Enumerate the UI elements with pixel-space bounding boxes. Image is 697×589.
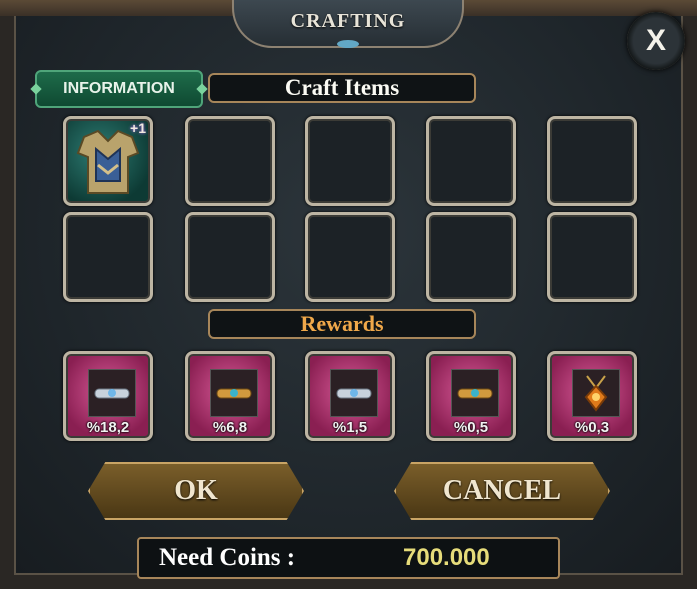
- item-frame: [88, 369, 136, 417]
- reward-item-1[interactable]: %18,2: [63, 351, 153, 441]
- craft-slot-5[interactable]: [547, 116, 637, 206]
- craft-slot-4[interactable]: [426, 116, 516, 206]
- ok-button[interactable]: OK: [88, 462, 304, 520]
- window-title: CRAFTING: [290, 10, 406, 32]
- close-button[interactable]: X: [627, 12, 685, 70]
- gold-bracelet-icon: [457, 388, 493, 399]
- cancel-button[interactable]: CANCEL: [394, 462, 610, 520]
- need-coins-box: Need Coins : 700.000: [137, 537, 560, 579]
- item-frame: [572, 369, 620, 417]
- title-ornament: [337, 40, 359, 48]
- upgrade-badge: +1: [130, 120, 146, 136]
- need-coins-label: Need Coins :: [159, 544, 296, 571]
- reward-item-3[interactable]: %1,5: [305, 351, 395, 441]
- reward-chance: %1,5: [332, 419, 368, 436]
- reward-chance: %0,3: [574, 419, 610, 436]
- craft-slot-6[interactable]: [63, 212, 153, 302]
- reward-item-5[interactable]: %0,3: [547, 351, 637, 441]
- craft-slot-8[interactable]: [305, 212, 395, 302]
- craft-slot-10[interactable]: [547, 212, 637, 302]
- craft-slot-9[interactable]: [426, 212, 516, 302]
- rewards-label: Rewards: [208, 309, 476, 339]
- reward-item-2[interactable]: %6,8: [185, 351, 275, 441]
- craft-slot-1[interactable]: +1: [63, 116, 153, 206]
- reward-item-4[interactable]: %0,5: [426, 351, 516, 441]
- silver-bracelet-icon: [336, 388, 372, 399]
- need-coins-value: 700.000: [403, 544, 490, 571]
- craft-slot-3[interactable]: [305, 116, 395, 206]
- craft-items-label: Craft Items: [208, 73, 476, 103]
- item-frame: [451, 369, 499, 417]
- gold-bracelet-icon: [216, 388, 252, 399]
- item-frame: [210, 369, 258, 417]
- craft-slot-7[interactable]: [185, 212, 275, 302]
- reward-chance: %6,8: [212, 419, 248, 436]
- item-frame: [330, 369, 378, 417]
- tab-information[interactable]: INFORMATION: [35, 70, 203, 108]
- reward-chance: %18,2: [86, 419, 130, 436]
- craft-slot-2[interactable]: [185, 116, 275, 206]
- amulet-icon: [584, 375, 608, 412]
- reward-chance: %0,5: [453, 419, 489, 436]
- silver-bracelet-icon: [94, 388, 130, 399]
